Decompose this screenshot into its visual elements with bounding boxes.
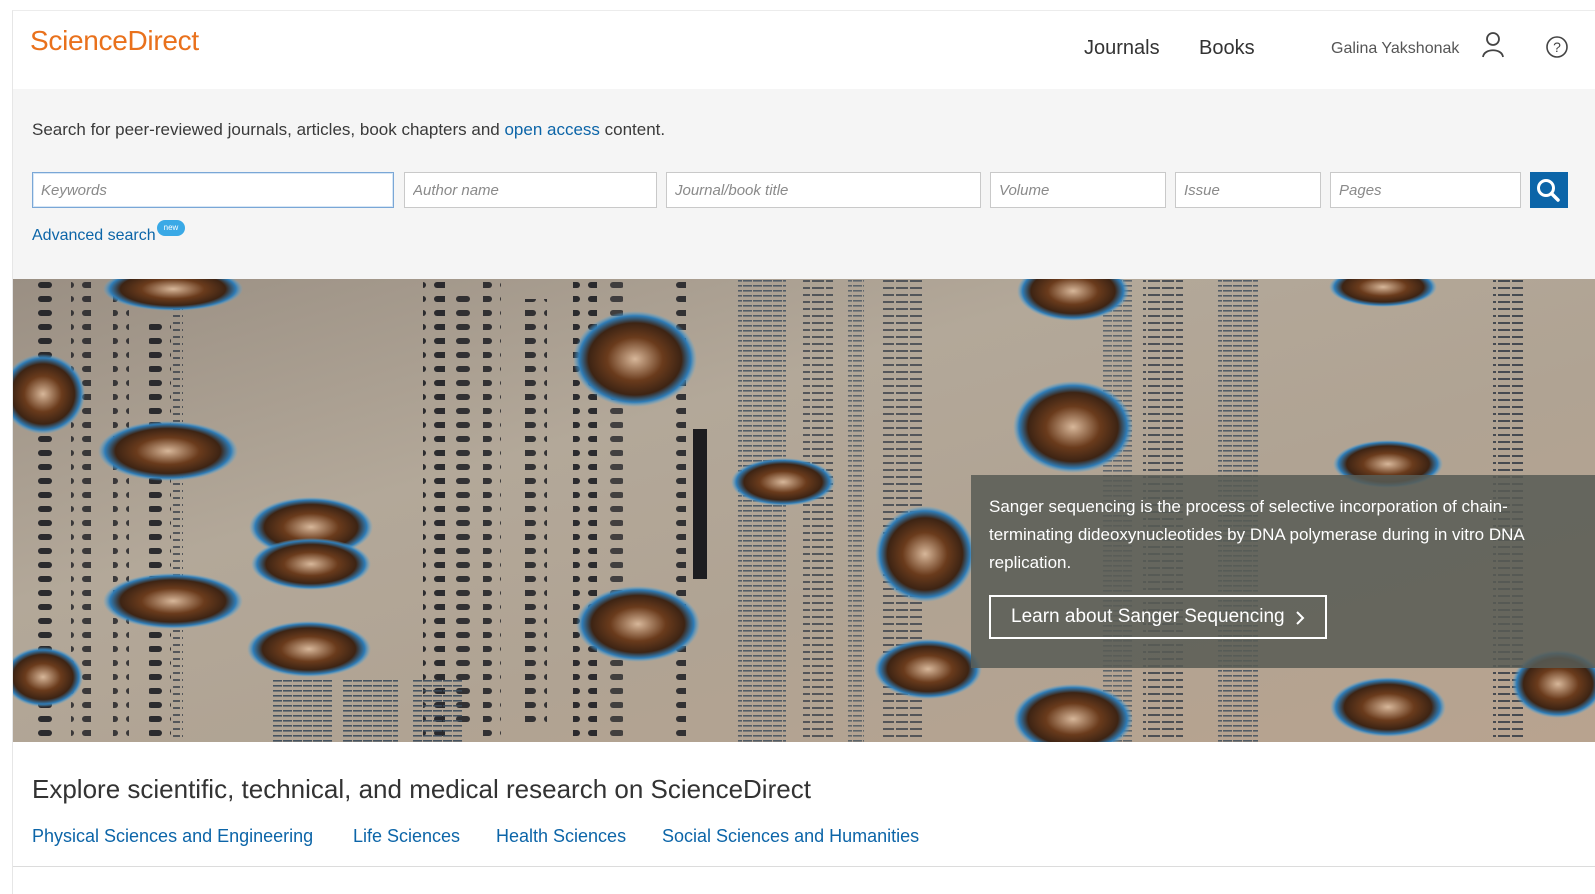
journal-book-title-input[interactable] bbox=[666, 172, 981, 208]
chevron-right-icon bbox=[1295, 611, 1305, 625]
category-health-sciences[interactable]: Health Sciences bbox=[496, 826, 626, 847]
learn-button-label: Learn about Sanger Sequencing bbox=[1011, 606, 1285, 627]
user-name[interactable]: Galina Yakshonak bbox=[1331, 40, 1459, 58]
page-frame: ScienceDirect Journals Books Galina Yaks… bbox=[12, 10, 1595, 894]
explore-title: Explore scientific, technical, and medic… bbox=[32, 774, 811, 804]
search-intro: Search for peer-reviewed journals, artic… bbox=[32, 120, 665, 140]
search-icon bbox=[1537, 179, 1560, 202]
search-panel: Search for peer-reviewed journals, artic… bbox=[13, 89, 1595, 279]
open-access-link[interactable]: open access bbox=[504, 120, 599, 139]
advanced-search-link[interactable]: Advanced search bbox=[32, 227, 156, 245]
new-badge: new bbox=[157, 220, 185, 236]
nav-books[interactable]: Books bbox=[1199, 37, 1255, 60]
pages-input[interactable] bbox=[1330, 172, 1521, 208]
search-intro-end: content. bbox=[599, 120, 666, 139]
divider bbox=[13, 866, 1595, 867]
author-name-input[interactable] bbox=[404, 172, 657, 208]
hero-banner: Sanger sequencing is the process of sele… bbox=[13, 279, 1595, 742]
sciencedirect-logo[interactable]: ScienceDirect bbox=[30, 25, 199, 57]
search-button[interactable] bbox=[1530, 172, 1568, 208]
issue-input[interactable] bbox=[1175, 172, 1321, 208]
category-social-sciences[interactable]: Social Sciences and Humanities bbox=[662, 826, 919, 847]
svg-text:?: ? bbox=[1553, 39, 1561, 55]
hero-caption-panel: Sanger sequencing is the process of sele… bbox=[971, 475, 1595, 668]
volume-input[interactable] bbox=[990, 172, 1166, 208]
hero-caption: Sanger sequencing is the process of sele… bbox=[989, 497, 1524, 572]
learn-sanger-sequencing-button[interactable]: Learn about Sanger Sequencing bbox=[989, 595, 1327, 639]
site-header: ScienceDirect Journals Books Galina Yaks… bbox=[13, 11, 1595, 89]
nav-journals[interactable]: Journals bbox=[1084, 37, 1160, 60]
category-physical-sciences[interactable]: Physical Sciences and Engineering bbox=[32, 826, 313, 847]
user-icon[interactable] bbox=[1481, 31, 1505, 59]
search-intro-text: Search for peer-reviewed journals, artic… bbox=[32, 120, 505, 139]
keywords-input[interactable] bbox=[32, 172, 394, 208]
help-icon[interactable]: ? bbox=[1545, 35, 1569, 59]
category-life-sciences[interactable]: Life Sciences bbox=[353, 826, 460, 847]
